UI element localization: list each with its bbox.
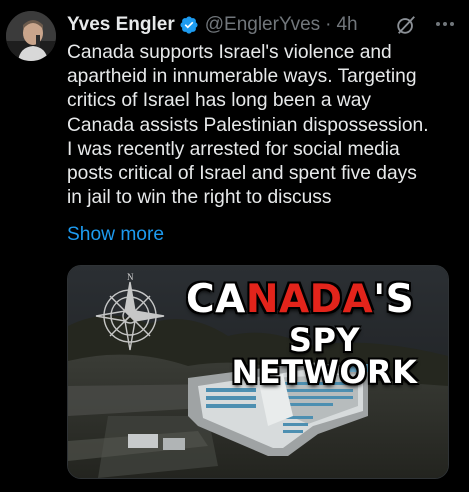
tweet-text-line: apartheid in innumerable ways. Targeting bbox=[67, 66, 417, 88]
headline-part-red: NADA bbox=[245, 277, 374, 322]
media-headline-line-2: SPY NETWORK bbox=[231, 321, 418, 391]
verified-badge-icon[interactable] bbox=[179, 15, 199, 35]
tweet-media-image[interactable]: N CANADA'S SPY NETWORK bbox=[67, 265, 449, 479]
tweet-text-line: Canada supports Israel's violence and bbox=[67, 42, 392, 63]
author-handle[interactable]: @EnglerYves bbox=[205, 14, 320, 36]
tweet-timestamp[interactable]: 4h bbox=[336, 14, 357, 36]
compass-north-label: N bbox=[127, 272, 134, 282]
separator-dot: · bbox=[325, 14, 332, 35]
show-more-link[interactable]: Show more bbox=[67, 223, 164, 247]
tweet[interactable]: Yves Engler @EnglerYves · 4h Canada supp… bbox=[0, 0, 469, 492]
more-options-icon[interactable] bbox=[433, 12, 457, 36]
headline-part-white-end: 'S bbox=[373, 277, 415, 322]
avatar-image bbox=[6, 11, 56, 61]
author-display-name[interactable]: Yves Engler bbox=[67, 14, 175, 36]
tweet-header: Yves Engler @EnglerYves · 4h bbox=[67, 10, 461, 40]
media-headline-line-1: CANADA'S bbox=[186, 280, 414, 319]
avatar[interactable] bbox=[6, 11, 56, 61]
tweet-text-line: posts critical of Israel and spent five … bbox=[67, 163, 417, 185]
headline-part-white: CA bbox=[186, 277, 246, 322]
tweet-text-line: critics of Israel has long been a way bbox=[67, 90, 371, 112]
tweet-text-line: in jail to win the right to discuss bbox=[67, 187, 332, 209]
grok-icon[interactable] bbox=[395, 14, 417, 36]
tweet-text-line: I was recently arrested for social media bbox=[67, 138, 400, 160]
tweet-text: Canada supports Israel's violence and ap… bbox=[67, 41, 467, 210]
tweet-text-line: Canada assists Palestinian dispossession… bbox=[67, 114, 429, 136]
